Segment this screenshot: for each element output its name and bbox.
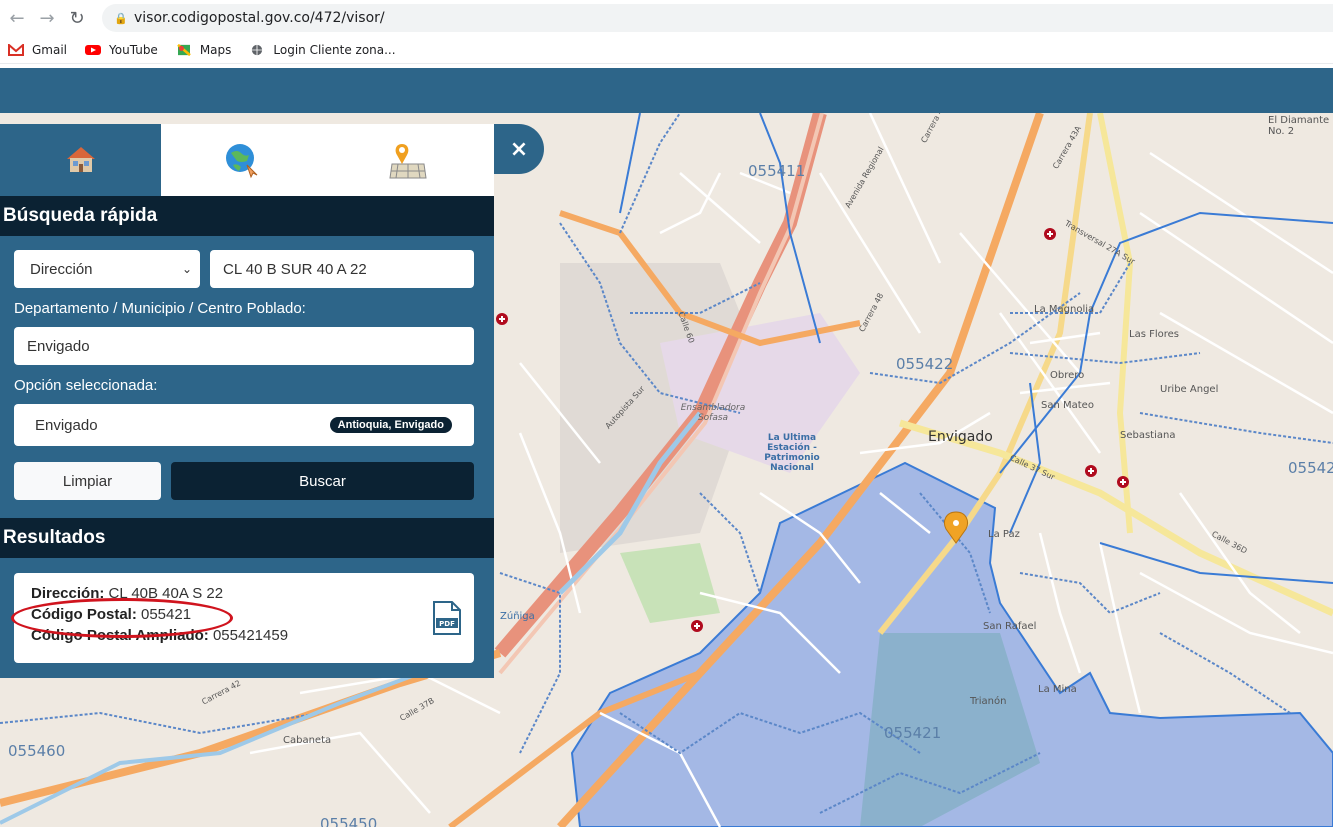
search-type-select[interactable]: Dirección ⌄ (14, 250, 200, 288)
map-pin-grid-icon (389, 144, 427, 179)
search-form: Dirección ⌄ CL 40 B SUR 40 A 22 Departam… (0, 236, 494, 500)
tab-coordinates[interactable] (322, 124, 494, 196)
place-san-mateo: San Mateo (1041, 400, 1094, 411)
place-las-flores: Las Flores (1129, 329, 1179, 340)
place-magnolia: La Magnolia (1034, 304, 1095, 315)
zone-label-055421: 055421 (884, 724, 942, 742)
place-uribe-angel: Uribe Angel (1160, 384, 1219, 395)
globe-icon (252, 44, 263, 55)
chevron-down-icon: ⌄ (181, 262, 192, 276)
search-button[interactable]: Buscar (171, 462, 474, 500)
zone-label-055422: 055422 (896, 355, 954, 373)
panel-tabs (0, 124, 494, 196)
tab-address[interactable] (0, 124, 161, 196)
gmail-icon (8, 43, 24, 56)
place-san-rafael: San Rafael (983, 621, 1037, 632)
tab-map-click[interactable] (161, 124, 322, 196)
close-panel-button[interactable]: × (494, 124, 544, 174)
place-la-paz: La Paz (988, 529, 1020, 540)
maps-icon (176, 43, 191, 56)
back-icon[interactable]: ← (2, 3, 32, 33)
place-estacion: La Ultima Estación - Patrimonio Nacional (764, 433, 820, 473)
place-zuniga: Zúñiga (500, 611, 535, 622)
globe-pointer-icon (225, 144, 257, 179)
youtube-icon (85, 44, 102, 55)
reload-icon[interactable]: ↻ (62, 3, 92, 33)
svg-text:PDF: PDF (439, 620, 455, 628)
house-icon (66, 147, 95, 172)
browser-toolbar: ← → ↻ 🔒 visor.codigopostal.gov.co/472/vi… (0, 0, 1333, 36)
zone-label-05542: 05542 (1288, 459, 1333, 477)
bookmark-youtube[interactable]: YouTube (85, 43, 158, 57)
search-panel: Búsqueda rápida Dirección ⌄ CL 40 B SUR … (0, 124, 494, 678)
quick-search-title: Búsqueda rápida (0, 196, 494, 236)
zone-label-055411: 055411 (748, 162, 806, 180)
bookmark-login[interactable]: Login Cliente zona... (249, 43, 396, 57)
highlight-ellipse (11, 598, 233, 638)
place-cabaneta: Cabaneta (283, 735, 332, 746)
clear-button[interactable]: Limpiar (14, 462, 161, 500)
zone-label-055460: 055460 (8, 742, 66, 760)
selected-badge: Antioquia, Envigado (329, 417, 452, 433)
app-header (0, 68, 1333, 113)
address-bar[interactable]: 🔒 visor.codigopostal.gov.co/472/visor/ (102, 4, 1333, 32)
place-obrero: Obrero (1050, 370, 1085, 381)
address-input[interactable]: CL 40 B SUR 40 A 22 (210, 250, 474, 288)
selected-option[interactable]: Envigado Antioquia, Envigado (14, 404, 474, 446)
forward-icon[interactable]: → (32, 3, 62, 33)
place-trianon: Trianón (970, 696, 1007, 707)
place-la-mina: La Mina (1038, 684, 1077, 695)
place-sofasa: Ensambladora Sofasa (680, 403, 746, 423)
lock-icon: 🔒 (114, 12, 128, 25)
bookmarks-bar: Gmail YouTube Maps Login Cliente zona... (0, 36, 1333, 64)
bookmark-gmail[interactable]: Gmail (8, 43, 67, 57)
bookmark-maps[interactable]: Maps (176, 43, 231, 57)
zone-label-055450: 055450 (320, 815, 378, 827)
results-title: Resultados (0, 518, 494, 558)
selected-label: Opción seleccionada: (14, 377, 158, 394)
url-text: visor.codigopostal.gov.co/472/visor/ (134, 10, 385, 26)
dept-input[interactable]: Envigado (14, 327, 474, 365)
pdf-icon[interactable]: PDF (432, 601, 462, 635)
result-extended-value: 055421459 (212, 627, 289, 644)
place-envigado: Envigado (928, 429, 993, 445)
dept-label: Departamento / Municipio / Centro Poblad… (14, 300, 306, 317)
place-el-diamante: El Diamante No. 2 (1268, 115, 1330, 137)
place-sebastiana: Sebastiana (1120, 430, 1176, 441)
